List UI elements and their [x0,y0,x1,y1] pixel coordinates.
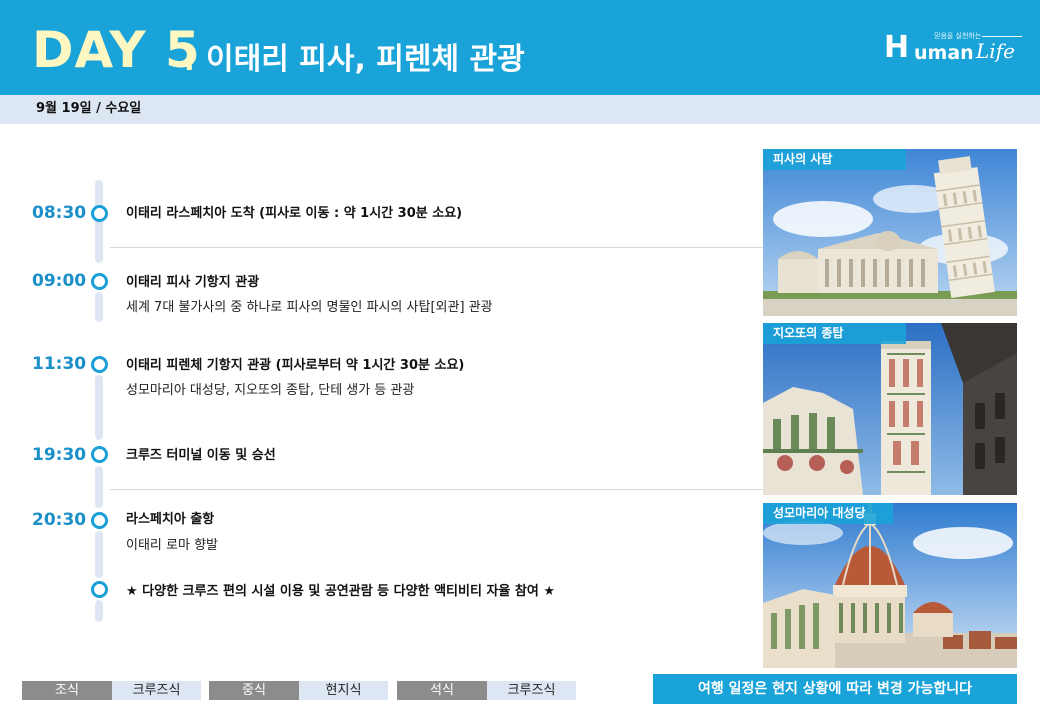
timeline-dot [91,446,108,463]
logo-h: H [884,30,910,65]
timeline-track [95,531,103,578]
logo-tagline-rule [982,36,1022,37]
photo-label: 성모마리아 대성당 [763,503,893,524]
schedule-time: 20:30 [32,510,87,530]
schedule-time: 09:00 [32,271,87,291]
schedule-desc: 세계 7대 불가사의 중 하나로 피사의 명물인 파시의 사탑[외관] 관광 [126,300,493,315]
header-bar: DAY 5 . 이태리 피사, 피렌체 관광 H uman Life 믿음을 실… [0,0,1040,95]
timeline-dot [91,205,108,222]
day-number: DAY 5 [32,21,201,79]
meal-value-dinner: 크루즈식 [487,681,576,700]
timeline-track [95,466,103,508]
schedule-notice: 여행 일정은 현지 상황에 따라 변경 가능합니다 [653,674,1017,704]
page-title: 이태리 피사, 피렌체 관광 [206,42,525,77]
schedule-title: 이태리 피사 기항지 관광 [126,275,260,290]
schedule-time: 11:30 [32,354,87,374]
schedule-title: 크루즈 터미널 이동 및 승선 [126,448,276,463]
logo-uman: uman [914,42,974,64]
meal-value-breakfast: 크루즈식 [112,681,201,700]
timeline-dot [91,581,108,598]
schedule-time: 08:30 [32,203,87,223]
logo-tagline: 믿음을 실천하는 [934,32,982,40]
meal-type-breakfast: 조식 [22,681,112,700]
schedule-title: 이태리 라스페치아 도착 (피사로 이동 : 약 1시간 30분 소요) [126,206,463,221]
section-divider [110,489,763,490]
meal-type-lunch: 중식 [209,681,299,700]
date-label: 9월 19일 / 수요일 [36,101,142,116]
photo-label: 피사의 사탑 [763,149,906,170]
date-bar: 9월 19일 / 수요일 [0,95,1040,124]
timeline-track [95,600,103,622]
schedule-title: 이태리 피렌체 기항지 관광 (피사로부터 약 1시간 30분 소요) [126,358,465,373]
timeline-track [95,375,103,440]
meal-type-dinner: 석식 [397,681,487,700]
timeline-track [95,228,103,263]
section-divider [110,247,763,248]
schedule-title: 라스페치아 출항 [126,512,215,527]
photo-label: 지오또의 종탑 [763,323,906,344]
giotto-tower-photo: 지오또의 종탑 [763,323,1017,495]
giotto-tower-image [763,323,1017,495]
pisa-tower-photo: 피사의 사탑 [763,149,1017,316]
timeline-dot [91,512,108,529]
timeline-dot [91,356,108,373]
schedule-desc: 성모마리아 대성당, 지오또의 종탑, 단테 생가 등 관광 [126,383,415,398]
florence-duomo-photo: 성모마리아 대성당 [763,503,1017,668]
meal-value-lunch: 현지식 [299,681,388,700]
timeline-dot [91,273,108,290]
schedule-time: 19:30 [32,445,87,465]
logo-life: Life [976,39,1015,63]
florence-duomo-image [763,503,1017,668]
timeline-track [95,292,103,322]
schedule-desc: 이태리 로마 향발 [126,538,218,553]
pisa-tower-image [763,149,1017,316]
schedule-title: ★ 다양한 크루즈 편의 시설 이용 및 공연관람 등 다양한 액티비티 자율 … [126,584,555,599]
day-dot: . [184,44,195,77]
human-life-logo: H uman Life 믿음을 실천하는 [884,30,1026,70]
